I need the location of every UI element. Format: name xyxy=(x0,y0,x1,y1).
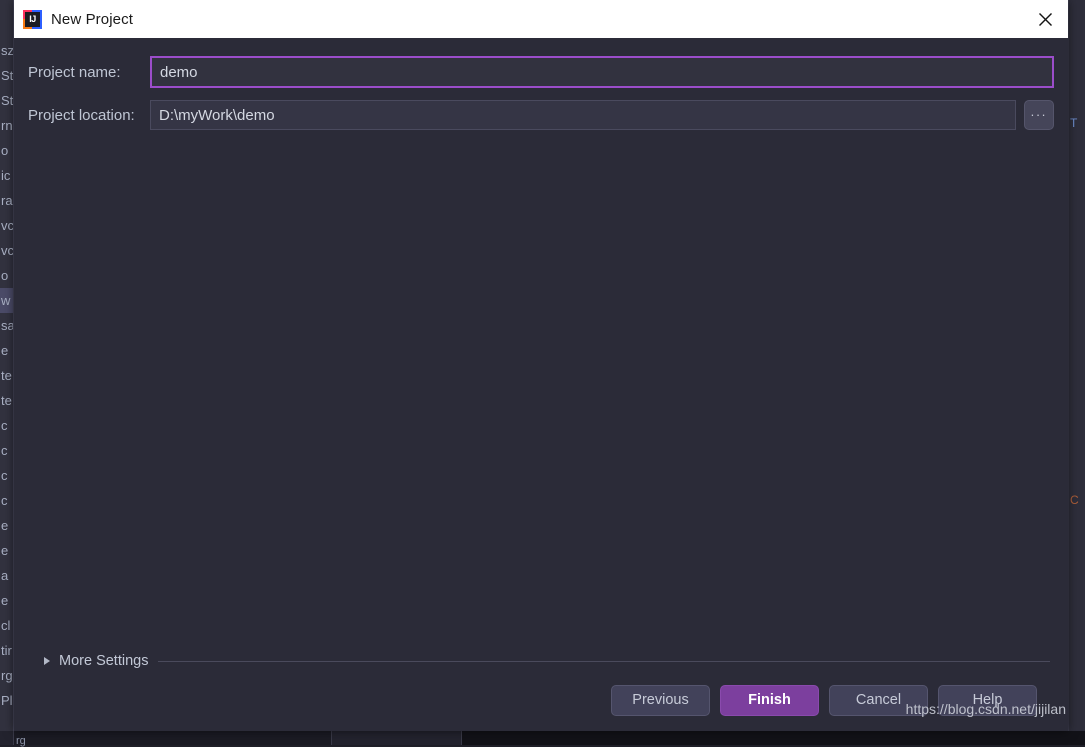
ide-tree-item-fragment[interactable]: te xyxy=(0,388,13,413)
finish-button[interactable]: Finish xyxy=(720,684,819,716)
more-settings-label: More Settings xyxy=(59,653,149,669)
cancel-button[interactable]: Cancel xyxy=(829,684,928,716)
dialog-footer: Previous Finish Cancel Help xyxy=(28,669,1054,731)
ide-tree-item-fragment[interactable]: e xyxy=(0,513,13,538)
ide-tree-item-fragment[interactable]: St xyxy=(0,88,13,113)
ide-tree-item-fragment[interactable]: St xyxy=(0,63,13,88)
ide-tree-item-fragment[interactable]: te xyxy=(0,363,13,388)
more-settings-separator xyxy=(158,660,1050,662)
dialog-empty-area xyxy=(28,142,1054,653)
ide-tree-item-fragment[interactable]: c xyxy=(0,438,13,463)
project-name-label: Project name: xyxy=(28,63,121,81)
more-settings-toggle[interactable]: More Settings xyxy=(44,653,1050,669)
project-name-input[interactable]: demo xyxy=(150,56,1054,88)
ide-tree-item-fragment[interactable]: vc xyxy=(0,238,13,263)
project-location-label: Project location: xyxy=(28,106,135,124)
ide-tree-item-fragment[interactable]: c xyxy=(0,488,13,513)
browse-location-button[interactable]: ... xyxy=(1024,100,1054,130)
ide-status-text: rg xyxy=(16,735,26,747)
ide-status-bar: rg xyxy=(0,731,1085,747)
project-location-row: Project location: D:\myWork\demo ... xyxy=(28,100,1054,130)
ide-tree-item-fragment[interactable]: c xyxy=(0,463,13,488)
ide-tree-item-fragment[interactable]: o xyxy=(0,138,13,163)
close-button[interactable] xyxy=(1022,0,1068,38)
dialog-body: Project name: demo Project location: D:\… xyxy=(14,38,1068,731)
help-button[interactable]: Help xyxy=(938,684,1037,716)
intellij-idea-icon: IJ xyxy=(23,9,42,29)
new-project-dialog: IJ New Project Project name: demo Projec… xyxy=(14,0,1068,731)
ide-gutter-mark: T xyxy=(1070,116,1078,130)
ide-left-panel-edge: sz St St rn o ic ra vc vc o w sa e te te c c c c e e a e cl tir r… xyxy=(0,0,14,731)
ide-tree-item-fragment[interactable]: vc xyxy=(0,213,13,238)
ide-tree-item-fragment[interactable]: c xyxy=(0,413,13,438)
ide-tree-item-fragment[interactable]: e xyxy=(0,338,13,363)
ide-tree-item-fragment[interactable]: cl xyxy=(0,613,13,638)
dialog-titlebar: IJ New Project xyxy=(14,0,1068,38)
ide-tree-item-fragment[interactable]: ra xyxy=(0,188,13,213)
ide-tree-item-fragment[interactable]: Pl xyxy=(0,688,13,713)
ide-tree-item-fragment[interactable]: o xyxy=(0,263,13,288)
ide-tree-item-fragment[interactable]: sz xyxy=(0,38,13,63)
close-icon xyxy=(1038,12,1052,26)
previous-button[interactable]: Previous xyxy=(611,684,710,716)
ide-tree-item-fragment[interactable]: sa xyxy=(0,313,13,338)
ide-tree-item-fragment[interactable]: rg xyxy=(0,663,13,688)
ide-tree-item-fragment[interactable]: rn xyxy=(0,113,13,138)
ide-tree-item-fragment[interactable]: e xyxy=(0,538,13,563)
chevron-right-icon xyxy=(44,657,50,665)
ide-tree-item-fragment[interactable]: e xyxy=(0,588,13,613)
ide-tree-item-fragment[interactable]: a xyxy=(0,563,13,588)
ide-tree-item-fragment[interactable]: w xyxy=(0,288,13,313)
ide-right-gutter-edge: TC xyxy=(1068,0,1085,731)
ide-gutter-mark: C xyxy=(1070,493,1079,507)
project-name-row: Project name: demo xyxy=(28,56,1054,88)
dialog-title: New Project xyxy=(51,10,133,28)
project-location-input[interactable]: D:\myWork\demo xyxy=(150,100,1016,130)
ide-tree-item-fragment[interactable]: ic xyxy=(0,163,13,188)
ide-tree-item-fragment[interactable]: tir xyxy=(0,638,13,663)
